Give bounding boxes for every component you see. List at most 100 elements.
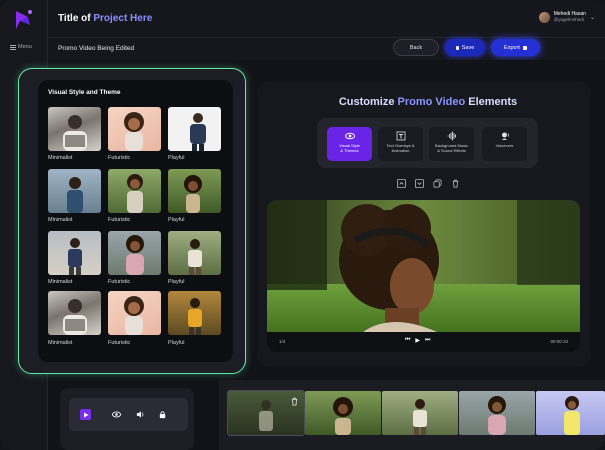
move-up-button[interactable] bbox=[396, 178, 406, 188]
edit-status: Promo Video Being Edited bbox=[58, 45, 135, 52]
app-logo-icon[interactable] bbox=[10, 7, 36, 33]
playback-time: 00:00:10 bbox=[550, 339, 568, 344]
timeline-clip[interactable] bbox=[536, 391, 605, 435]
theme-thumb-minimalist-1[interactable] bbox=[48, 107, 101, 151]
theme-thumb-minimalist-2[interactable] bbox=[48, 169, 101, 213]
top-bar: Title of Project Here Mehedi Hasan @yage… bbox=[48, 0, 605, 38]
save-button-label: Save bbox=[461, 44, 475, 51]
video-frame-image bbox=[267, 200, 580, 332]
move-down-button[interactable] bbox=[414, 178, 424, 188]
tool-label: Voiceover bbox=[495, 143, 514, 148]
person-image bbox=[63, 299, 87, 335]
duplicate-button[interactable] bbox=[432, 178, 442, 188]
skip-forward-icon[interactable]: ⏭ bbox=[425, 337, 430, 344]
tool-voiceover[interactable]: Voiceover bbox=[482, 127, 527, 161]
user-menu[interactable]: Mehedi Hasan @yagelmehedi ⌄ bbox=[538, 11, 595, 23]
theme-label: Minimalist bbox=[48, 340, 73, 346]
person-image bbox=[190, 113, 206, 151]
back-button-label: Back bbox=[409, 44, 423, 51]
theme-thumb-futuristic-3[interactable] bbox=[108, 231, 161, 275]
tool-visual-style[interactable]: Visual Style & Themes bbox=[327, 127, 372, 161]
skip-back-icon[interactable]: ⏮ bbox=[405, 337, 410, 344]
hamburger-icon bbox=[10, 44, 16, 50]
editor-title-prefix: Customize bbox=[338, 96, 398, 108]
lock-toggle[interactable] bbox=[157, 409, 168, 420]
theme-label: Minimalist bbox=[48, 279, 73, 285]
person-image bbox=[68, 238, 82, 275]
theme-thumb-playful-1[interactable] bbox=[168, 107, 221, 151]
copy-icon bbox=[433, 179, 441, 187]
save-button[interactable]: Save bbox=[445, 39, 485, 56]
speaker-icon bbox=[136, 411, 144, 418]
timeline-clip[interactable] bbox=[459, 391, 535, 435]
page-title-prefix: Title of bbox=[58, 13, 94, 24]
editor-title-suffix: Elements bbox=[465, 96, 518, 108]
waveform-icon bbox=[447, 131, 456, 141]
voice-icon bbox=[501, 132, 509, 140]
theme-label: Playful bbox=[168, 340, 185, 346]
avatar bbox=[538, 11, 550, 23]
tool-label: Visual Style & Themes bbox=[339, 143, 360, 153]
export-button-label: Export bbox=[504, 44, 520, 51]
theme-label: Futuristic bbox=[108, 340, 131, 346]
person-image bbox=[184, 175, 202, 213]
theme-thumb-playful-4[interactable] bbox=[168, 291, 221, 335]
trash-icon[interactable] bbox=[290, 397, 299, 406]
volume-toggle[interactable] bbox=[135, 409, 146, 420]
trash-icon bbox=[452, 179, 458, 187]
play-icon[interactable]: ▶ bbox=[415, 337, 420, 344]
theme-thumb-minimalist-3[interactable] bbox=[48, 231, 101, 275]
timeline-clip[interactable] bbox=[382, 391, 458, 435]
user-handle: @yagelmehedi bbox=[553, 17, 584, 22]
theme-thumb-minimalist-4[interactable] bbox=[48, 291, 101, 335]
video-preview[interactable] bbox=[267, 200, 580, 332]
editor-title-accent: Promo Video bbox=[397, 96, 466, 108]
editor-title: Customize Promo Video Elements bbox=[268, 96, 588, 108]
person-image bbox=[188, 298, 202, 335]
lock-icon bbox=[159, 411, 166, 419]
page-title-accent: Project Here bbox=[93, 13, 153, 24]
export-button[interactable]: Export bbox=[491, 39, 540, 56]
delete-button[interactable] bbox=[450, 178, 460, 188]
tool-label: Text Overlays & Animation bbox=[386, 143, 415, 153]
theme-label: Minimalist bbox=[48, 155, 73, 161]
theme-thumb-futuristic-2[interactable] bbox=[108, 169, 161, 213]
save-icon bbox=[455, 45, 459, 50]
tool-background-music[interactable]: Background Music & Sound Effects bbox=[429, 127, 474, 161]
tool-label: Background Music & Sound Effects bbox=[435, 143, 468, 153]
theme-thumb-playful-2[interactable] bbox=[168, 169, 221, 213]
timeline-clip[interactable] bbox=[305, 391, 381, 435]
theme-thumb-futuristic-1[interactable] bbox=[108, 107, 161, 151]
tool-text-overlays[interactable]: Text Overlays & Animation bbox=[378, 127, 423, 161]
page-title: Title of Project Here bbox=[58, 13, 152, 24]
clip-thumbnail bbox=[413, 399, 427, 435]
theme-label: Playful bbox=[168, 217, 185, 223]
theme-label: Futuristic bbox=[108, 279, 131, 285]
theme-label: Futuristic bbox=[108, 217, 131, 223]
chevron-up-icon bbox=[396, 178, 406, 188]
export-icon bbox=[522, 45, 527, 50]
visibility-toggle[interactable] bbox=[111, 409, 122, 420]
theme-label: Playful bbox=[168, 279, 185, 285]
theme-label: Minimalist bbox=[48, 217, 73, 223]
back-button[interactable]: Back bbox=[393, 39, 439, 56]
theme-thumb-playful-3[interactable] bbox=[168, 231, 221, 275]
app-window: Menu Title of Project Here Mehedi Hasan … bbox=[0, 0, 605, 450]
menu-button[interactable]: Menu bbox=[10, 44, 32, 50]
element-actions bbox=[396, 178, 460, 188]
clip-index: 1/4 bbox=[279, 339, 286, 344]
person-image bbox=[124, 112, 144, 151]
text-icon bbox=[396, 131, 405, 141]
person-image bbox=[124, 296, 144, 335]
clip-thumbnail bbox=[564, 396, 580, 435]
theme-panel-heading: Visual Style and Theme bbox=[48, 89, 121, 96]
playback-controls: ⏮ ▶ ⏭ bbox=[405, 337, 430, 344]
person-image bbox=[67, 177, 83, 213]
theme-thumb-futuristic-4[interactable] bbox=[108, 291, 161, 335]
video-controls: 1/4 ⏮ ▶ ⏭ 00:00:10 bbox=[267, 332, 580, 352]
theme-label: Futuristic bbox=[108, 155, 131, 161]
play-icon bbox=[83, 412, 88, 417]
person-image bbox=[126, 235, 144, 275]
chevron-down-icon bbox=[414, 178, 424, 188]
layer-play-button[interactable] bbox=[80, 409, 91, 420]
